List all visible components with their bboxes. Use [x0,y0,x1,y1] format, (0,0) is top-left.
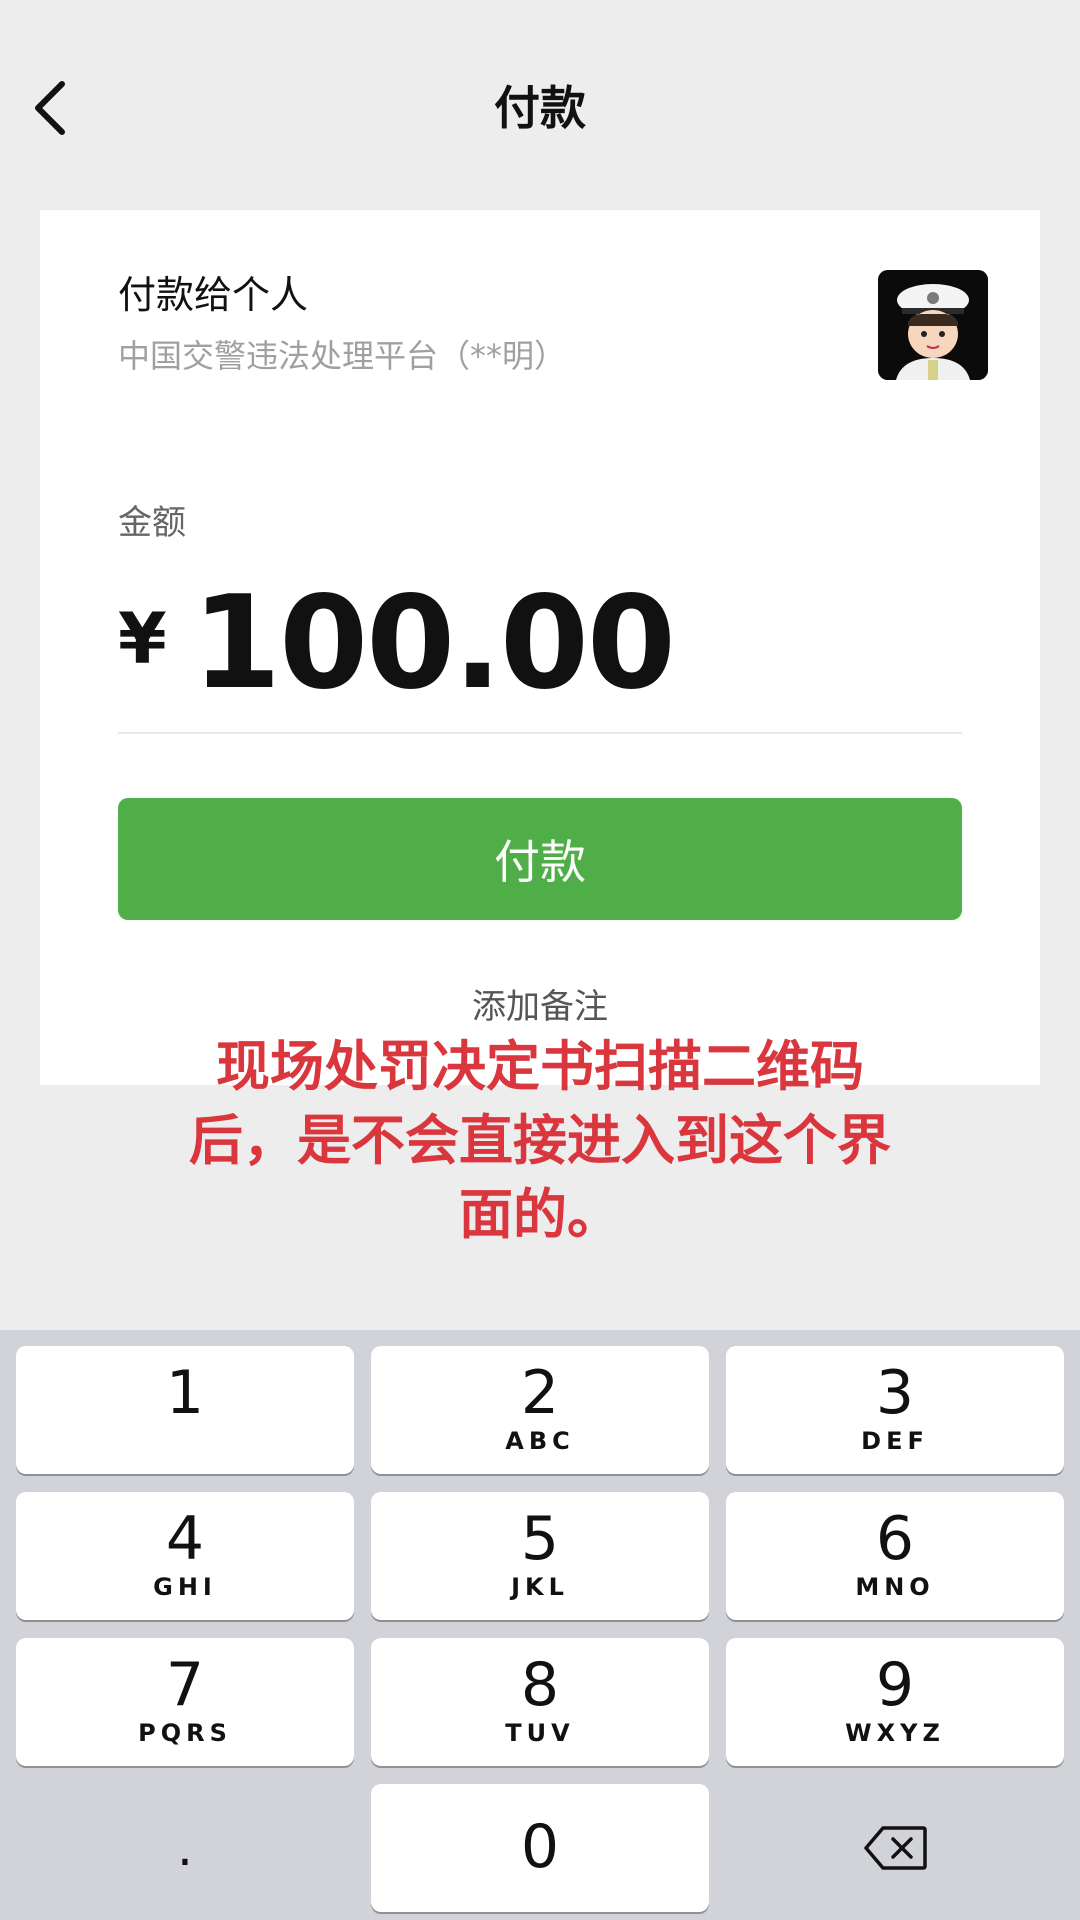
key-letters: JKL [511,1573,569,1601]
key-7[interactable]: 7 PQRS [16,1638,354,1766]
page-title: 付款 [494,81,586,135]
key-number: 0 [520,1812,560,1882]
key-5[interactable]: 5 JKL [371,1492,709,1620]
key-9[interactable]: 9 WXYZ [726,1638,1064,1766]
payment-card: 付款给个人 中国交警违法处理平台（**明） 金额 ¥ 100.00 付款 添加备… [40,210,1040,1085]
amount-input[interactable]: 100.00 [192,574,676,714]
key-number: 9 [875,1650,915,1720]
key-number: 8 [520,1650,560,1720]
divider [118,732,962,734]
amount-label: 金额 [118,503,186,543]
key-number: 2 [520,1358,560,1428]
key-number: 7 [165,1650,205,1720]
payee-name: 中国交警违法处理平台（**明） [118,337,567,375]
warning-annotation: 现场处罚决定书扫描二维码 后，是不会直接进入到这个界 面的。 [100,1030,980,1252]
key-1[interactable]: 1 [16,1346,354,1474]
key-2[interactable]: 2 ABC [371,1346,709,1474]
add-note-link[interactable]: 添加备注 [40,984,1040,1030]
numeric-keypad: 1 2 ABC 3 DEF 4 GHI 5 JKL 6 MNO 7 PQRS 8… [0,1330,1080,1920]
key-6[interactable]: 6 MNO [726,1492,1064,1620]
pay-button[interactable]: 付款 [118,798,962,920]
key-number: 1 [165,1358,205,1428]
status-bar [0,0,1080,50]
nav-bar: 付款 [0,50,1080,170]
key-letters: DEF [861,1427,929,1455]
key-number: 4 [165,1504,205,1574]
warning-line: 后，是不会直接进入到这个界 [189,1109,891,1172]
key-letters: MNO [855,1573,935,1601]
key-3[interactable]: 3 DEF [726,1346,1064,1474]
key-letters: GHI [153,1573,217,1601]
avatar [878,270,988,380]
payee-title: 付款给个人 [118,273,309,317]
warning-line: 现场处罚决定书扫描二维码 [216,1035,864,1098]
key-4[interactable]: 4 GHI [16,1492,354,1620]
backspace-icon [864,1826,927,1870]
key-number: 3 [875,1358,915,1428]
key-8[interactable]: 8 TUV [371,1638,709,1766]
key-letters: PQRS [138,1719,232,1747]
currency-symbol: ¥ [118,598,167,680]
key-letters: TUV [505,1719,575,1747]
key-number: 6 [875,1504,915,1574]
traffic-police-avatar-icon [878,270,988,380]
key-dot[interactable]: . [16,1784,354,1912]
key-number: 5 [520,1504,560,1574]
key-0[interactable]: 0 [371,1784,709,1912]
key-letters: ABC [505,1427,575,1455]
warning-line: 面的。 [459,1183,621,1246]
delete-key[interactable] [726,1784,1064,1912]
key-letters: WXYZ [845,1719,945,1747]
